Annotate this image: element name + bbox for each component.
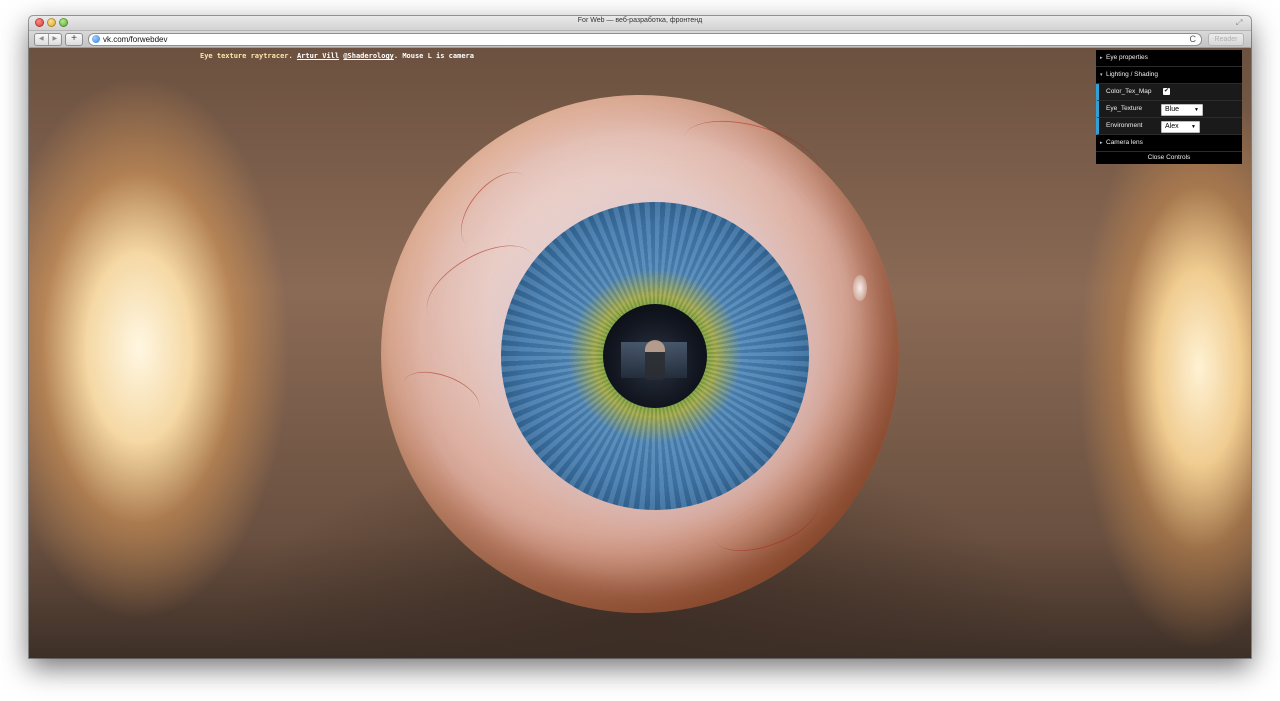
pupil-reflection-figure	[645, 340, 665, 380]
eye-texture-select[interactable]: Blue ▼	[1161, 104, 1203, 116]
caption-prefix: Eye texture raytracer.	[200, 52, 297, 60]
control-label: Color_Tex_Map	[1106, 88, 1152, 95]
back-icon[interactable]: ◀	[35, 34, 49, 45]
environment-select[interactable]: Alex ▼	[1161, 121, 1200, 133]
webgl-canvas[interactable]: Eye texture raytracer. Artur Vill @Shade…	[29, 48, 1251, 658]
nav-buttons: ◀ ▶	[34, 33, 62, 46]
caption-suffix: . Mouse L is camera	[393, 52, 474, 60]
eyeball-render[interactable]	[381, 95, 899, 613]
folder-eye-properties[interactable]: ▸ Eye properties	[1096, 50, 1242, 67]
folder-label: Camera lens	[1106, 139, 1143, 146]
address-text[interactable]: vk.com/forwebdev	[103, 34, 167, 45]
title-bar: For Web — веб-разработка, фронтенд ⤢	[29, 16, 1251, 31]
select-value: Alex	[1165, 123, 1179, 130]
author-link[interactable]: Artur Vill	[297, 52, 339, 60]
iris	[501, 202, 809, 510]
select-value: Blue	[1165, 106, 1180, 113]
browser-window: For Web — веб-разработка, фронтенд ⤢ ◀ ▶…	[29, 16, 1251, 658]
address-bar[interactable]: vk.com/forwebdev C	[88, 33, 1202, 46]
color-tex-map-checkbox[interactable]: ✔	[1163, 88, 1170, 95]
fullscreen-icon[interactable]: ⤢	[1236, 18, 1245, 27]
forward-icon[interactable]: ▶	[49, 34, 62, 45]
control-eye-texture: Eye_Texture Blue ▼	[1096, 101, 1242, 118]
vein-decoration	[396, 362, 486, 429]
vein-decoration	[675, 107, 827, 204]
chevron-down-icon: ▼	[1194, 107, 1199, 113]
close-controls-button[interactable]: Close Controls	[1096, 152, 1242, 164]
folder-label: Eye properties	[1106, 54, 1148, 61]
controls-panel: ▸ Eye properties ▾ Lighting / Shading Colo…	[1096, 50, 1242, 164]
globe-icon	[92, 35, 100, 43]
folder-camera-lens[interactable]: ▸ Camera lens	[1096, 135, 1242, 152]
browser-toolbar: ◀ ▶ + vk.com/forwebdev C Reader	[29, 31, 1251, 48]
control-label: Environment	[1106, 122, 1143, 129]
chevron-down-icon: ▼	[1191, 124, 1196, 130]
reader-button[interactable]: Reader	[1208, 33, 1244, 46]
control-environment: Environment Alex ▼	[1096, 118, 1242, 135]
reload-icon[interactable]: C	[1190, 34, 1197, 45]
control-color-tex-map: Color_Tex_Map ✔	[1096, 84, 1242, 101]
specular-highlight	[853, 275, 867, 301]
handle-link[interactable]: @Shaderology	[343, 52, 394, 60]
folder-label: Lighting / Shading	[1106, 71, 1159, 78]
add-bookmark-button[interactable]: +	[65, 33, 83, 46]
pupil	[603, 304, 707, 408]
window-title: For Web — веб-разработка, фронтенд	[577, 17, 703, 24]
demo-caption: Eye texture raytracer. Artur Vill @Shade…	[200, 52, 474, 60]
folder-lighting-shading[interactable]: ▾ Lighting / Shading	[1096, 67, 1242, 84]
control-label: Eye_Texture	[1106, 105, 1143, 112]
